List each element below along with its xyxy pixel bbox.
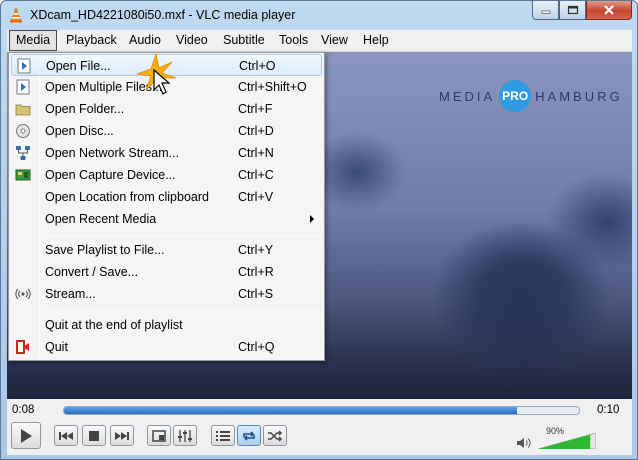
- menu-item-open-folder[interactable]: Open Folder... Ctrl+F: [11, 98, 322, 120]
- window-title: XDcam_HD4221080i50.mxf - VLC media playe…: [30, 8, 296, 22]
- menu-item-shortcut: Ctrl+C: [238, 168, 274, 182]
- menu-item-label: Open File...: [46, 59, 111, 73]
- menu-item-convert-save[interactable]: Convert / Save... Ctrl+R: [11, 261, 322, 283]
- speaker-icon[interactable]: [516, 436, 532, 450]
- menu-view[interactable]: View: [315, 30, 354, 51]
- network-icon: [16, 146, 30, 160]
- elapsed-time: 0:08: [12, 404, 35, 416]
- menu-item-shortcut: Ctrl+V: [238, 190, 274, 204]
- seek-bar-fill: [64, 407, 518, 414]
- menu-item-open-network-stream[interactable]: Open Network Stream... Ctrl+N: [11, 142, 322, 164]
- menu-audio[interactable]: Audio: [123, 30, 167, 51]
- menu-item-shortcut: Ctrl+Y: [238, 243, 274, 257]
- menu-item-open-location-clipboard[interactable]: Open Location from clipboard Ctrl+V: [11, 186, 322, 208]
- watermark-logo: MEDIA PRO HAMBURG: [439, 80, 623, 112]
- close-icon: [604, 5, 614, 15]
- menu-item-save-playlist[interactable]: Save Playlist to File... Ctrl+Y: [11, 239, 322, 261]
- menu-bar: Media Playback Audio Video Subtitle Tool…: [7, 30, 632, 52]
- close-button[interactable]: [586, 1, 632, 20]
- menu-item-shortcut: Ctrl+R: [238, 265, 274, 279]
- menu-item-quit[interactable]: Quit Ctrl+Q: [11, 336, 322, 358]
- menu-media[interactable]: Media: [9, 30, 58, 51]
- menu-item-quit-end-playlist[interactable]: Quit at the end of playlist: [11, 314, 322, 336]
- menu-item-label: Open Recent Media: [45, 212, 157, 226]
- loop-button[interactable]: [237, 425, 261, 446]
- menu-item-label: Open Location from clipboard: [45, 190, 209, 204]
- loop-icon: [243, 430, 255, 441]
- stream-icon: [15, 288, 31, 300]
- submenu-arrow-icon: [310, 215, 314, 223]
- menu-separator: [43, 235, 320, 236]
- previous-icon: [59, 431, 73, 440]
- vlc-window: XDcam_HD4221080i50.mxf - VLC media playe…: [0, 0, 638, 460]
- seek-bar[interactable]: [63, 406, 580, 415]
- previous-button[interactable]: [54, 425, 78, 446]
- menu-help[interactable]: Help: [357, 30, 395, 51]
- menu-item-open-disc[interactable]: Open Disc... Ctrl+D: [11, 120, 322, 142]
- menu-item-label: Quit at the end of playlist: [45, 318, 183, 332]
- menu-item-label: Open Capture Device...: [45, 168, 176, 182]
- play-button[interactable]: [11, 422, 41, 449]
- fullscreen-button[interactable]: [147, 425, 171, 446]
- menu-item-label: Stream...: [45, 287, 96, 301]
- menu-item-label: Quit: [45, 340, 68, 354]
- capture-card-icon: [15, 169, 31, 181]
- extended-settings-button[interactable]: [173, 425, 197, 446]
- menu-item-label: Convert / Save...: [45, 265, 139, 279]
- stop-icon: [89, 430, 99, 441]
- menu-item-shortcut: Ctrl+S: [238, 287, 274, 301]
- fullscreen-icon: [152, 429, 166, 442]
- player-controls: 0:08 0:10 90%: [7, 399, 632, 455]
- watermark-circle: PRO: [499, 80, 532, 112]
- disc-icon: [16, 124, 30, 138]
- menu-item-shortcut: Ctrl+Shift+O: [238, 80, 307, 94]
- open-multiple-files-icon: [16, 79, 30, 95]
- next-icon: [115, 431, 129, 440]
- quit-icon: [16, 340, 29, 354]
- menu-separator: [43, 310, 320, 311]
- playlist-button[interactable]: [211, 425, 235, 446]
- menu-item-shortcut: Ctrl+O: [239, 59, 276, 73]
- mouse-cursor-icon: [136, 52, 177, 95]
- menu-video[interactable]: Video: [170, 30, 214, 51]
- menu-item-label: Open Folder...: [45, 102, 125, 116]
- title-bar[interactable]: XDcam_HD4221080i50.mxf - VLC media playe…: [1, 1, 637, 30]
- menu-subtitle[interactable]: Subtitle: [217, 30, 271, 51]
- vlc-cone-icon: [10, 7, 22, 23]
- next-button[interactable]: [110, 425, 134, 446]
- shuffle-button[interactable]: [263, 425, 287, 446]
- menu-tools[interactable]: Tools: [273, 30, 314, 51]
- watermark-text-right: HAMBURG: [535, 88, 623, 104]
- folder-icon: [15, 104, 31, 116]
- menu-item-open-recent-media[interactable]: Open Recent Media: [11, 208, 322, 230]
- minimize-button[interactable]: [532, 1, 559, 20]
- play-icon: [21, 428, 32, 443]
- menu-item-stream[interactable]: Stream... Ctrl+S: [11, 283, 322, 305]
- maximize-button[interactable]: [559, 1, 586, 20]
- menu-item-shortcut: Ctrl+Q: [238, 340, 275, 354]
- playlist-icon: [216, 430, 230, 441]
- menu-item-label: Save Playlist to File...: [45, 243, 165, 257]
- minimize-icon: [541, 10, 550, 14]
- menu-item-open-capture-device[interactable]: Open Capture Device... Ctrl+C: [11, 164, 322, 186]
- menu-item-label: Open Network Stream...: [45, 146, 180, 160]
- stop-button[interactable]: [82, 425, 106, 446]
- volume-slider[interactable]: [538, 433, 596, 449]
- menu-playback[interactable]: Playback: [60, 30, 123, 51]
- shuffle-icon: [268, 429, 283, 442]
- menu-item-label: Open Disc...: [45, 124, 114, 138]
- menu-item-shortcut: Ctrl+N: [238, 146, 274, 160]
- maximize-icon: [567, 5, 578, 15]
- total-time: 0:10: [597, 404, 620, 416]
- menu-item-shortcut: Ctrl+D: [238, 124, 274, 138]
- equalizer-icon: [178, 429, 192, 442]
- menu-item-shortcut: Ctrl+F: [238, 102, 273, 116]
- watermark-text-left: MEDIA: [439, 88, 496, 104]
- open-file-icon: [17, 58, 31, 74]
